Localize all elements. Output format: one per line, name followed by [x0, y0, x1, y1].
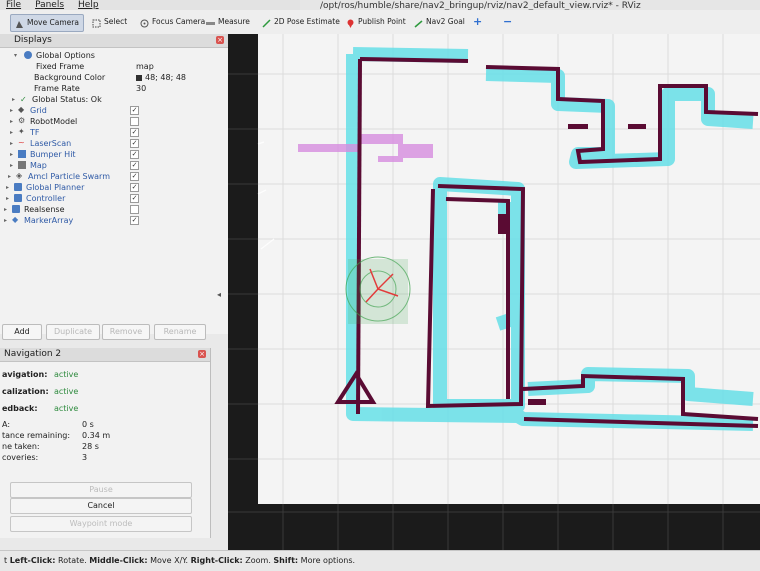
pose-estimate-label: 2D Pose Estimate	[274, 17, 340, 26]
display-item-map[interactable]: ▸ Map ✓	[0, 160, 228, 171]
move-camera-icon	[15, 19, 24, 28]
move-camera-label: Move Camera	[27, 18, 79, 27]
display-item-global-planner[interactable]: ▸ Global Planner ✓	[0, 182, 228, 193]
close-icon[interactable]: ×	[216, 36, 224, 44]
select-tool[interactable]: Select	[92, 14, 127, 30]
navigation-panel-header: Navigation 2 ×	[0, 348, 210, 362]
map-icon	[18, 161, 26, 169]
collapse-arrow-icon[interactable]: ◂	[217, 290, 221, 299]
select-label: Select	[104, 17, 128, 26]
checkbox[interactable]: ✓	[130, 216, 139, 225]
ruler-icon	[206, 18, 215, 27]
remove-tool-button[interactable]: −	[503, 14, 512, 30]
frame-rate-row[interactable]: Frame Rate 30	[0, 83, 228, 94]
map-pin-icon	[346, 18, 355, 28]
checkbox[interactable]: ✓	[130, 106, 139, 115]
add-tool-button[interactable]: +	[473, 14, 482, 30]
checkbox[interactable]	[130, 205, 139, 214]
checkbox[interactable]: ✓	[130, 128, 139, 137]
menu-help[interactable]: Help	[78, 0, 99, 10]
particles-icon: ◈	[16, 171, 23, 180]
focus-camera-label: Focus Camera	[152, 17, 206, 26]
global-options-row[interactable]: ▾ Global Options	[0, 50, 228, 61]
map-canvas	[228, 34, 760, 550]
laser-icon: ~	[18, 138, 25, 147]
pose-estimate-tool[interactable]: 2D Pose Estimate	[262, 14, 340, 30]
marker-icon: ◆	[12, 215, 19, 224]
globe-icon	[24, 51, 32, 59]
checkbox[interactable]: ✓	[130, 139, 139, 148]
navigation-title: Navigation 2	[4, 349, 62, 359]
folder-icon	[14, 183, 22, 191]
display-item-realsense[interactable]: ▸ Realsense	[0, 204, 228, 215]
cancel-button[interactable]: Cancel	[10, 498, 192, 514]
rviz-window: File Panels Help /opt/ros/humble/share/n…	[0, 0, 760, 571]
focus-camera-icon	[140, 18, 149, 27]
duplicate-button[interactable]: Duplicate	[46, 324, 100, 340]
checkbox[interactable]: ✓	[130, 194, 139, 203]
checkbox[interactable]	[130, 117, 139, 126]
display-item-grid[interactable]: ▸ ◆ Grid ✓	[0, 105, 228, 116]
check-icon: ✓	[20, 95, 27, 104]
move-camera-tool[interactable]: Move Camera	[10, 14, 84, 32]
publish-point-label: Publish Point	[358, 17, 406, 26]
checkbox[interactable]: ✓	[130, 172, 139, 181]
publish-point-tool[interactable]: Publish Point	[346, 14, 406, 30]
rename-button[interactable]: Rename	[154, 324, 206, 340]
displays-panel: Displays × ▾ Global Options Fixed Frame …	[0, 34, 229, 340]
folder-icon	[18, 150, 26, 158]
display-item-markerarray[interactable]: ▸ ◆ MarkerArray ✓	[0, 215, 228, 226]
color-swatch	[136, 74, 142, 81]
displays-title: Displays	[14, 35, 52, 45]
display-item-robotmodel[interactable]: ▸ ⚙ RobotModel	[0, 116, 228, 127]
add-button[interactable]: Add	[2, 324, 42, 340]
display-item-bumper-hit[interactable]: ▸ Bumper Hit ✓	[0, 149, 228, 160]
displays-panel-header: Displays ×	[0, 34, 228, 48]
render-viewport[interactable]	[228, 34, 760, 550]
pause-button[interactable]: Pause	[10, 482, 192, 498]
displays-buttons: Add Duplicate Remove Rename	[0, 324, 228, 344]
menu-file[interactable]: File	[6, 0, 21, 10]
display-item-tf[interactable]: ▸ ✦ TF ✓	[0, 127, 228, 138]
display-item-laserscan[interactable]: ▸ ~ LaserScan ✓	[0, 138, 228, 149]
display-item-amcl-particle-swarm[interactable]: ▸ ◈ Amcl Particle Swarm ✓	[0, 171, 228, 182]
focus-camera-tool[interactable]: Focus Camera	[140, 14, 205, 30]
nav2-goal-label: Nav2 Goal	[426, 17, 465, 26]
navigation-panel: Navigation 2 × avigation: active calizat…	[0, 348, 211, 538]
grid-icon: ◆	[18, 105, 25, 114]
checkbox[interactable]: ✓	[130, 150, 139, 159]
background-color-row[interactable]: Background Color 48; 48; 48	[0, 72, 228, 83]
measure-tool[interactable]: Measure	[206, 14, 250, 30]
checkbox[interactable]: ✓	[130, 183, 139, 192]
green-arrow-icon	[262, 18, 271, 28]
menu-panels[interactable]: Panels	[35, 0, 64, 10]
toolbar: Move Camera Select Focus Camera Measure …	[0, 10, 760, 35]
display-item-controller[interactable]: ▸ Controller ✓	[0, 193, 228, 204]
tf-icon: ✦	[18, 127, 25, 136]
global-status-row[interactable]: ▸ ✓ Global Status: Ok	[0, 94, 228, 105]
robot-icon: ⚙	[18, 116, 26, 125]
select-icon	[92, 18, 101, 27]
status-bar: t Left-Click: Rotate. Middle-Click: Move…	[0, 550, 760, 571]
goal-arrow-icon	[414, 18, 423, 28]
remove-button[interactable]: Remove	[102, 324, 150, 340]
measure-label: Measure	[218, 17, 250, 26]
folder-icon	[14, 194, 22, 202]
folder-icon	[12, 205, 20, 213]
close-icon[interactable]: ×	[198, 350, 206, 358]
waypoint-mode-button[interactable]: Waypoint mode	[10, 516, 192, 532]
nav2-goal-tool[interactable]: Nav2 Goal	[414, 14, 465, 30]
menu-bar: File Panels Help	[0, 0, 306, 10]
checkbox[interactable]: ✓	[130, 161, 139, 170]
fixed-frame-row[interactable]: Fixed Frame map	[0, 61, 228, 72]
